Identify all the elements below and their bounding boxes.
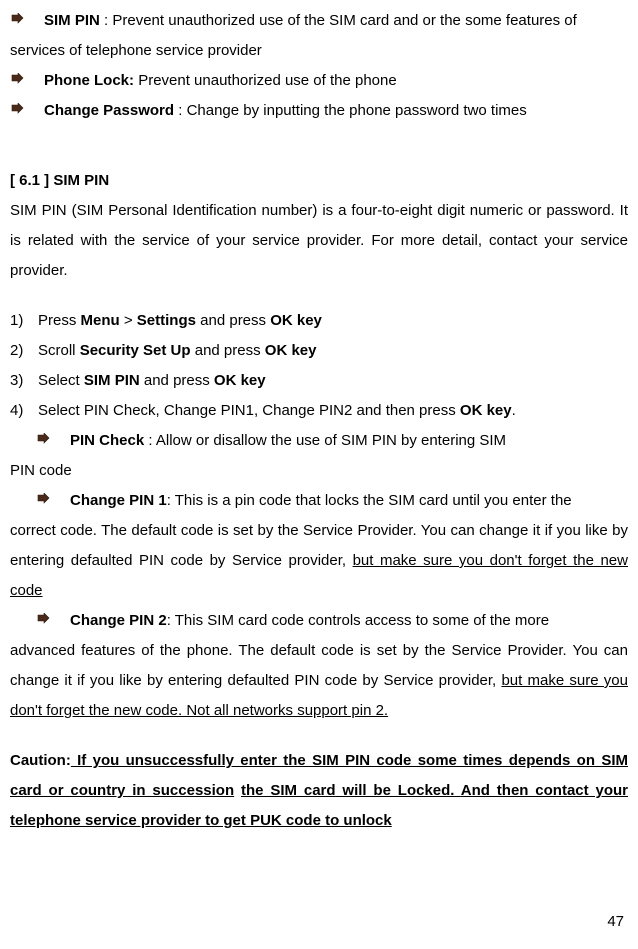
section-header: [ 6.1 ] SIM PIN bbox=[10, 166, 628, 196]
step-3: 3)Select SIM PIN and press OK key bbox=[10, 366, 628, 396]
bullet-continuation: correct code. The default code is set by… bbox=[10, 516, 628, 606]
step-4: 4)Select PIN Check, Change PIN1, Change … bbox=[10, 396, 628, 426]
page-number: 47 bbox=[607, 907, 624, 937]
bullet-change-pin2: Change PIN 2: This SIM card code control… bbox=[10, 606, 628, 636]
bullet-label: Phone Lock: bbox=[44, 72, 134, 89]
steps-list: 1)Press Menu > Settings and press OK key… bbox=[10, 306, 628, 426]
bullet-sim-pin: SIM PIN : Prevent unauthorized use of th… bbox=[10, 6, 628, 36]
arrow-bullet-icon bbox=[10, 13, 24, 25]
bullet-label: PIN Check bbox=[70, 432, 144, 449]
bullet-continuation: PIN code bbox=[10, 456, 628, 486]
bullet-label: Change Password bbox=[44, 102, 174, 119]
bullet-label: Change PIN 1 bbox=[70, 492, 167, 509]
arrow-bullet-icon bbox=[10, 103, 24, 115]
arrow-bullet-icon bbox=[36, 613, 50, 625]
arrow-bullet-icon bbox=[36, 493, 50, 505]
arrow-bullet-icon bbox=[10, 73, 24, 85]
bullet-label: Change PIN 2 bbox=[70, 612, 167, 629]
bullet-change-pin1: Change PIN 1: This is a pin code that lo… bbox=[10, 486, 628, 516]
bullet-label: SIM PIN bbox=[44, 12, 100, 29]
bullet-continuation: advanced features of the phone. The defa… bbox=[10, 636, 628, 726]
arrow-bullet-icon bbox=[36, 433, 50, 445]
bullet-phone-lock: Phone Lock: Prevent unauthorized use of … bbox=[10, 66, 628, 96]
step-1: 1)Press Menu > Settings and press OK key bbox=[10, 306, 628, 336]
bullet-change-password: Change Password : Change by inputting th… bbox=[10, 96, 628, 126]
caution-paragraph: Caution: If you unsuccessfully enter the… bbox=[10, 746, 628, 836]
step-2: 2)Scroll Security Set Up and press OK ke… bbox=[10, 336, 628, 366]
section-body: SIM PIN (SIM Personal Identification num… bbox=[10, 196, 628, 286]
bullet-continuation: services of telephone service provider bbox=[10, 36, 628, 66]
bullet-pin-check: PIN Check : Allow or disallow the use of… bbox=[10, 426, 628, 456]
